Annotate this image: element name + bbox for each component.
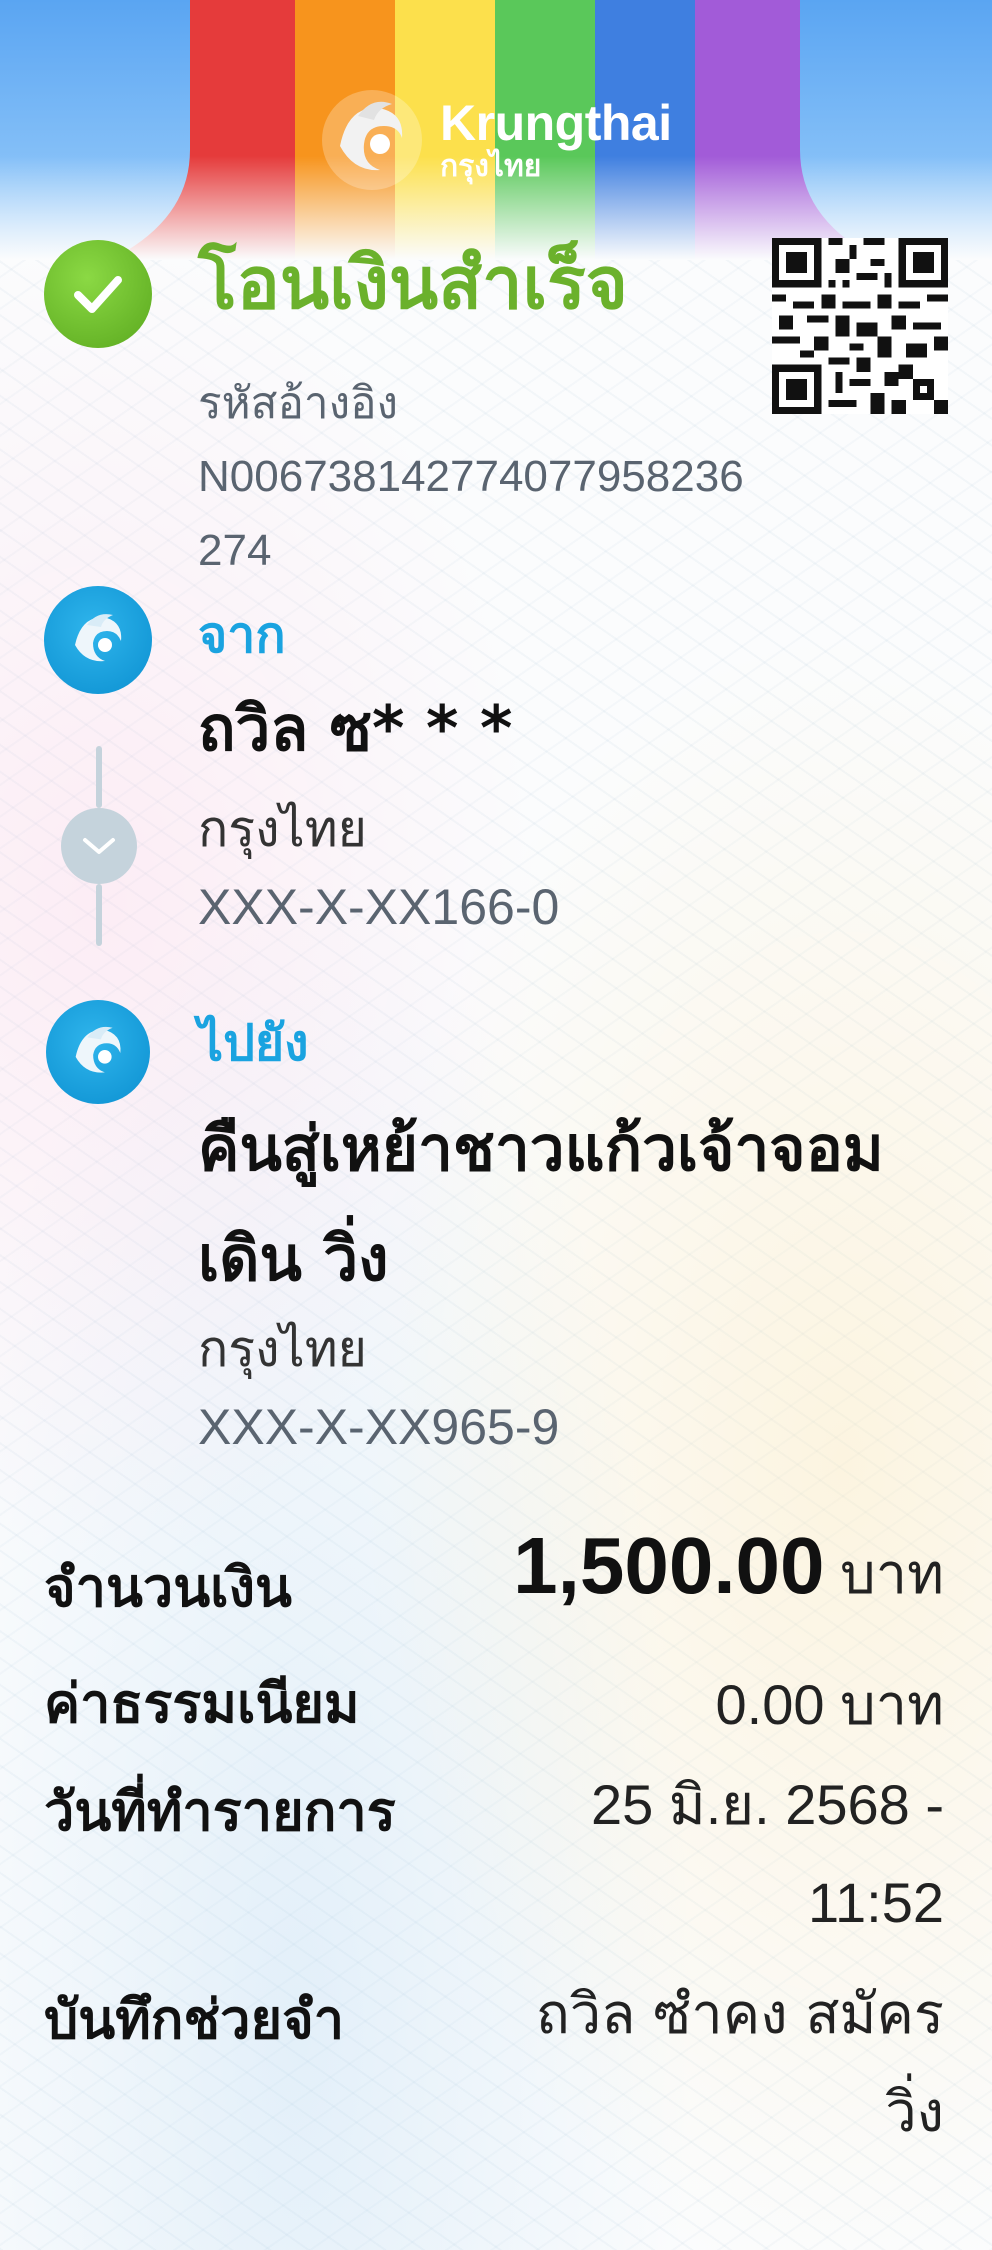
amount-label: จำนวนเงิน: [44, 1556, 292, 1619]
fee-value: 0.00: [715, 1673, 825, 1736]
sender-bank: กรุงไทย: [198, 800, 367, 858]
connector-line-top: [96, 746, 102, 808]
transaction-date-value: 25 มิ.ย. 2568 - 11:52: [590, 1773, 944, 1934]
amount-value: 1,500.00: [513, 1521, 825, 1610]
memo-value: ถวิล ซำคง สมัคร วิ่ง: [535, 1982, 944, 2145]
sender-account: XXX-X-XX166-0: [198, 879, 560, 935]
qr-code[interactable]: [772, 238, 948, 414]
chevron-down-icon: [61, 808, 137, 884]
recipient-bank: กรุงไทย: [198, 1320, 367, 1378]
amount-unit: บาท: [840, 1542, 944, 1607]
sender-bank-logo-icon: [44, 586, 152, 694]
amount-value-row: 1,500.00 บาท: [513, 1520, 944, 1618]
recipient-account: XXX-X-XX965-9: [198, 1399, 560, 1455]
connector-line-bottom: [96, 884, 102, 946]
status-title: โอนเงินสำเร็จ: [198, 241, 628, 325]
reference-label: รหัสอ้างอิง: [198, 378, 399, 429]
sender-name: ถวิล ซ* * *: [198, 692, 513, 765]
memo-label: บันทึกช่วยจำ: [44, 1988, 345, 2051]
from-label: จาก: [198, 606, 286, 664]
to-label: ไปยัง: [198, 1014, 309, 1072]
fee-label: ค่าธรรมเนียม: [44, 1672, 360, 1735]
reference-number: N006738142774077958236274: [198, 452, 744, 575]
recipient-bank-logo-icon: [46, 1000, 150, 1104]
fee-value-row: 0.00 บาท: [716, 1660, 944, 1749]
recipient-name: คืนสู่เหย้าชาวแก้วเจ้าจอม เดิน วิ่ง: [198, 1112, 884, 1295]
success-check-icon: [44, 240, 152, 348]
fee-unit: บาท: [840, 1673, 944, 1738]
transaction-date-label: วันที่ทำรายการ: [44, 1780, 396, 1843]
